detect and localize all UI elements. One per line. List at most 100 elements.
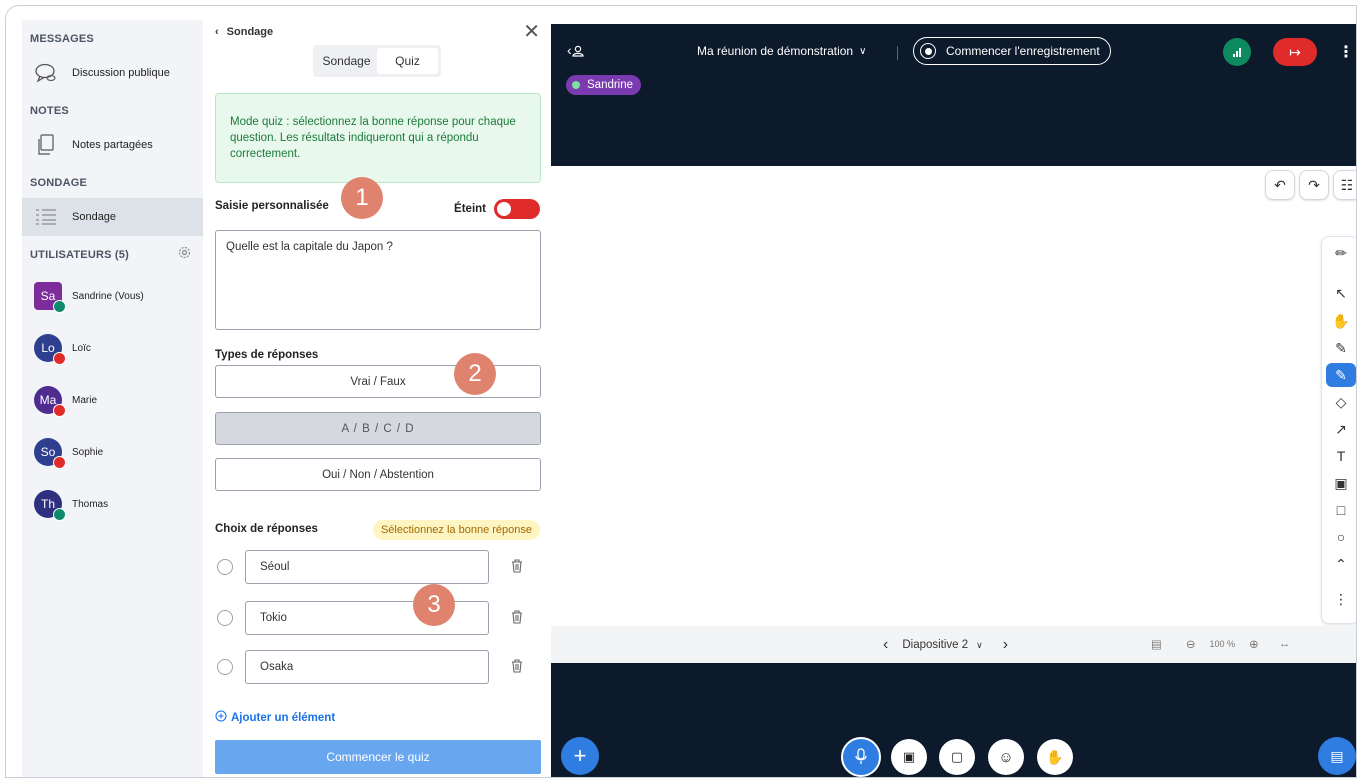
more-tools-icon[interactable]: ⋮ <box>1326 587 1356 611</box>
pencil-icon[interactable]: ✎ <box>1326 336 1356 360</box>
toggle-userlist-icon[interactable]: ‹ <box>567 42 584 58</box>
chevron-down-icon: ∨ <box>859 45 867 57</box>
exit-icon: ↦ <box>1289 43 1301 60</box>
magic-pen-icon[interactable]: ✏ <box>1326 241 1356 265</box>
talking-indicator: Sandrine <box>566 75 642 95</box>
notes-document-icon <box>32 134 60 156</box>
messages-section-title: MESSAGES <box>30 33 94 45</box>
users-section-title: UTILISATEURS (5) <box>30 249 129 261</box>
user-list: Sa Sandrine (Vous) Lo Loïc Ma Marie So S… <box>22 270 203 530</box>
tab-sondage[interactable]: Sondage <box>316 48 377 74</box>
trash-icon[interactable] <box>511 610 525 626</box>
camera-off-icon: ▣ <box>902 749 916 764</box>
smiley-icon: ☺ <box>998 748 1014 766</box>
microphone-button[interactable] <box>841 737 881 777</box>
trash-icon[interactable] <box>511 559 525 575</box>
sidebar: MESSAGES Discussion publique NOTES Notes… <box>22 20 203 777</box>
raise-hand-button[interactable]: ✋ <box>1037 739 1073 775</box>
camera-off-button[interactable]: ▣ <box>891 739 927 775</box>
fit-width-icon[interactable]: ↔ <box>1279 638 1291 650</box>
question-textarea[interactable]: Quelle est la capitale du Japon ? <box>215 230 541 330</box>
choice-input[interactable] <box>245 550 489 584</box>
arrow-icon[interactable]: ↗ <box>1326 417 1356 441</box>
step-badge: 1 <box>341 177 383 219</box>
trash-icon[interactable] <box>511 659 525 675</box>
highlighter-icon[interactable]: ✎ <box>1326 363 1356 387</box>
chart-icon[interactable]: ▤ <box>1151 637 1162 651</box>
start-recording-button[interactable]: Commencer l'enregistrement <box>913 37 1111 65</box>
quiz-info-message: Mode quiz : sélectionnez la bonne répons… <box>215 93 541 183</box>
undo-icon[interactable]: ↶ <box>1265 170 1295 200</box>
start-quiz-button[interactable]: Commencer le quiz <box>215 740 541 774</box>
user-list-item[interactable]: So Sophie <box>22 426 203 478</box>
slide-selector[interactable]: Diapositive 2 ∨ <box>902 639 982 651</box>
multi-user-whiteboard-icon[interactable]: ☷ <box>1333 170 1356 200</box>
panel-back-button[interactable]: ‹ Sondage <box>215 26 273 38</box>
user-name: Sophie <box>72 446 104 458</box>
avatar-initials: Th <box>40 497 55 511</box>
microphone-icon <box>855 748 867 764</box>
mic-status-icon <box>53 300 66 313</box>
note-icon[interactable]: ▣ <box>1326 471 1356 495</box>
user-list-item[interactable]: Lo Loïc <box>22 322 203 374</box>
presentation-toolbar: ‹ Diapositive 2 ∨ › ▤ ⊖ 100 % ⊕ ↔ <box>551 626 1356 663</box>
text-icon[interactable]: T <box>1326 444 1356 468</box>
avatar-initials: So <box>40 445 56 459</box>
panel-title: Sondage <box>226 26 274 38</box>
zoom-controls: ▤ ⊖ 100 % ⊕ ↔ <box>1151 637 1290 651</box>
presentation-toggle-button[interactable]: ▤ <box>1318 737 1356 775</box>
avatar-initials: Sa <box>40 289 56 303</box>
presentation-icon: ▤ <box>1330 747 1344 764</box>
ellipse-icon[interactable]: ○ <box>1326 525 1356 549</box>
user-list-item[interactable]: Ma Marie <box>22 374 203 426</box>
leave-meeting-button[interactable]: ↦ <box>1273 38 1317 66</box>
chat-bubble-icon <box>32 62 60 84</box>
eraser-icon[interactable]: ◇ <box>1326 390 1356 414</box>
meeting-title[interactable]: Ma réunion de démonstration ∨ <box>697 44 866 58</box>
tab-quiz[interactable]: Quiz <box>377 48 438 74</box>
sidebar-item-label: Sondage <box>72 211 117 223</box>
avatar: Th <box>34 490 66 521</box>
sidebar-item-poll[interactable]: Sondage <box>22 198 203 236</box>
hand-pan-icon[interactable]: ✋ <box>1326 309 1356 333</box>
correct-answer-radio[interactable] <box>217 559 233 575</box>
toggle-state-label: Éteint <box>454 203 486 215</box>
choice-input[interactable] <box>245 650 489 684</box>
slide-navigation: ‹ Diapositive 2 ∨ › <box>883 636 1008 654</box>
response-types-label: Types de réponses <box>215 349 319 361</box>
add-item-link[interactable]: Ajouter un élément <box>215 710 335 725</box>
sidebar-item-shared-notes[interactable]: Notes partagées <box>22 126 203 164</box>
correct-answer-radio[interactable] <box>217 659 233 675</box>
correct-answer-radio[interactable] <box>217 610 233 626</box>
sidebar-item-label: Notes partagées <box>72 139 153 151</box>
poll-panel: ‹ Sondage ✕ Sondage Quiz Mode quiz : séle… <box>203 20 546 777</box>
abcd-button[interactable]: A / B / C / D <box>215 412 541 445</box>
custom-input-toggle[interactable] <box>494 199 540 219</box>
screen-share-button[interactable]: ▢ <box>939 739 975 775</box>
connection-status-icon[interactable] <box>1223 38 1251 66</box>
top-bar: ‹ Ma réunion de démonstration ∨ Commence… <box>551 24 1356 166</box>
mic-muted-icon <box>53 456 66 469</box>
actions-plus-button[interactable]: + <box>561 737 599 775</box>
custom-input-toggle-wrap: Éteint <box>454 199 540 219</box>
next-slide-icon[interactable]: › <box>1003 636 1008 654</box>
previous-slide-icon[interactable]: ‹ <box>883 636 888 654</box>
user-list-item[interactable]: Sa Sandrine (Vous) <box>22 270 203 322</box>
reactions-button[interactable]: ☺ <box>988 739 1024 775</box>
gear-icon[interactable] <box>178 246 191 264</box>
close-icon[interactable]: ✕ <box>523 20 540 44</box>
sidebar-item-public-chat[interactable]: Discussion publique <box>22 54 203 92</box>
more-options-icon[interactable]: ⋮ <box>1338 42 1354 62</box>
zoom-in-icon[interactable]: ⊕ <box>1249 637 1259 651</box>
whiteboard-canvas[interactable] <box>551 166 1356 626</box>
yes-no-abstention-button[interactable]: Oui / Non / Abstention <box>215 458 541 491</box>
user-list-item[interactable]: Th Thomas <box>22 478 203 530</box>
redo-icon[interactable]: ↷ <box>1299 170 1329 200</box>
hand-icon: ✋ <box>1046 748 1064 765</box>
mic-muted-icon <box>53 352 66 365</box>
rectangle-icon[interactable]: □ <box>1326 498 1356 522</box>
record-icon <box>920 43 936 59</box>
zoom-out-icon[interactable]: ⊖ <box>1186 637 1196 651</box>
chevron-up-icon[interactable]: ⌃ <box>1326 552 1356 576</box>
select-pointer-icon[interactable]: ↖ <box>1326 281 1356 305</box>
